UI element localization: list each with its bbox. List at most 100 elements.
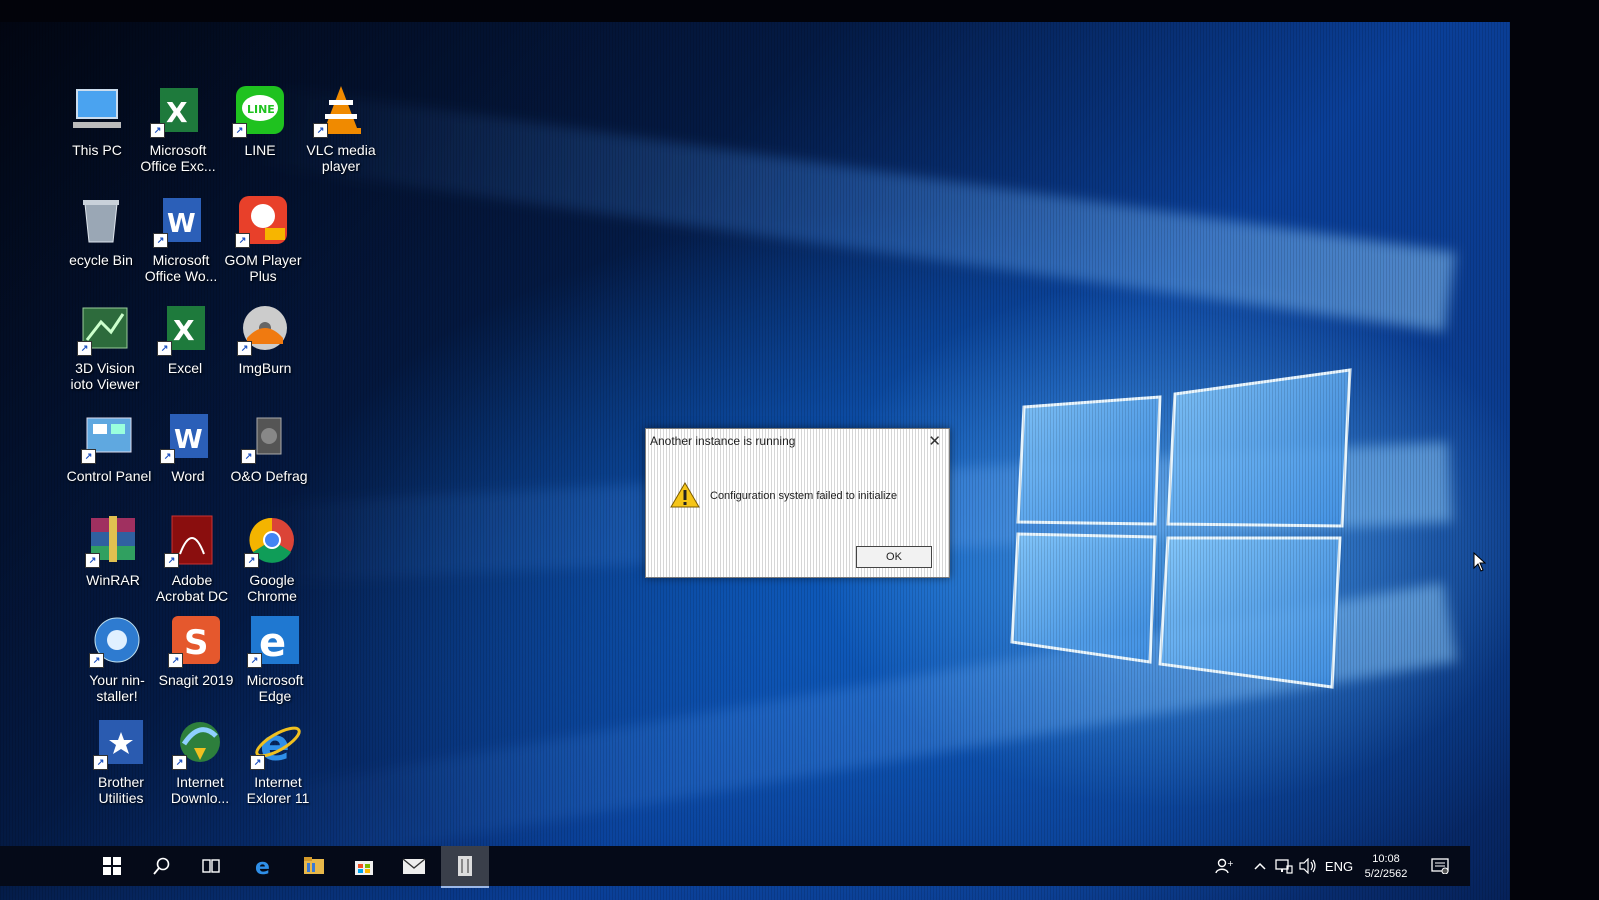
desktop-shortcut-label: Adobe Acrobat DC (155, 572, 229, 604)
excel-icon: X ↗ (157, 300, 213, 356)
defrag-icon: ↗ (241, 408, 297, 464)
control-panel-icon: ↗ (81, 408, 137, 464)
close-icon[interactable]: ✕ (928, 432, 941, 450)
open-app-icon[interactable] (441, 846, 489, 888)
shortcut-arrow-icon: ↗ (237, 341, 252, 356)
gom-player-icon: ↗ (235, 192, 291, 248)
ok-button[interactable]: OK (856, 546, 932, 568)
3d-vision-icon: ↗ (77, 300, 133, 356)
error-dialog: Another instance is running ✕ Configurat… (645, 428, 950, 578)
desktop-shortcut-label: ImgBurn (238, 360, 292, 376)
desktop-shortcut[interactable]: ecycle Bin (58, 192, 144, 268)
uninstaller-icon: ↗ (89, 612, 145, 668)
mail-icon[interactable] (390, 846, 438, 886)
clock-time: 10:08 (1372, 853, 1400, 865)
start-icon[interactable] (88, 846, 136, 886)
desktop-shortcut[interactable]: e ↗ Microsoft Edge (232, 612, 318, 704)
desktop-shortcut[interactable]: W ↗ Microsoft Office Wo... (138, 192, 224, 284)
desktop-shortcut[interactable]: W ↗ Word (145, 408, 231, 484)
desktop-shortcut[interactable]: ↗ ImgBurn (222, 300, 308, 376)
dialog-title: Another instance is running (650, 434, 796, 448)
desktop-shortcut[interactable]: ↗ Brother Utilities (78, 714, 164, 806)
desktop-shortcut[interactable]: LINE ↗ LINE (217, 82, 303, 158)
svg-text:W: W (174, 425, 203, 455)
svg-text:W: W (167, 209, 196, 239)
desktop-shortcut[interactable]: ↗ O&O Defrag (226, 408, 312, 484)
svg-text:+: + (1227, 859, 1233, 868)
desktop-shortcut-label: Excel (167, 360, 203, 376)
desktop-shortcut[interactable]: ↗ Control Panel (66, 408, 152, 484)
svg-text:X: X (173, 314, 195, 347)
volume-icon[interactable] (1297, 846, 1319, 886)
desktop-shortcut-label: Microsoft Edge (246, 672, 304, 704)
desktop-shortcut-label: Your nin-staller! (89, 672, 145, 704)
desktop-shortcut[interactable]: ↗ WinRAR (70, 512, 156, 588)
desktop-shortcut-label: Microsoft Office Exc... (140, 142, 216, 174)
desktop-shortcut[interactable]: ↗ Internet Downlo... (157, 714, 243, 806)
winrar-icon: ↗ (85, 512, 141, 568)
line-app-icon: LINE ↗ (232, 82, 288, 138)
search-icon[interactable] (138, 846, 186, 886)
clock[interactable]: 10:08 5/2/2562 (1360, 852, 1412, 882)
desktop-shortcut-label: WinRAR (86, 572, 140, 588)
shortcut-arrow-icon: ↗ (247, 653, 262, 668)
desktop-shortcut[interactable]: X ↗ Excel (142, 300, 228, 376)
shortcut-arrow-icon: ↗ (160, 449, 175, 464)
imgburn-icon: ↗ (237, 300, 293, 356)
mouse-cursor-icon (1473, 552, 1487, 572)
desktop-shortcut[interactable]: ↗ Google Chrome (229, 512, 315, 604)
svg-text:e: e (259, 620, 286, 666)
people-icon[interactable]: + (1212, 846, 1236, 886)
shortcut-arrow-icon: ↗ (235, 233, 250, 248)
language-indicator[interactable]: ENG (1322, 846, 1356, 886)
edge-icon[interactable]: e (240, 846, 288, 886)
desktop-shortcut[interactable]: ↗ VLC media player (298, 82, 384, 174)
taskbar: e + ENG 10:08 5/2/2562 (0, 846, 1470, 888)
desktop-shortcut[interactable]: S ↗ Snagit 2019 (153, 612, 239, 688)
desktop-shortcut-label: LINE (244, 142, 276, 158)
svg-text:LINE: LINE (247, 103, 275, 116)
shortcut-arrow-icon: ↗ (93, 755, 108, 770)
windows-logo-wallpaper (1010, 368, 1352, 689)
ie-icon: e ↗ (250, 714, 306, 771)
desktop-shortcut[interactable]: e ↗ Internet Exlorer 11 (235, 714, 321, 806)
svg-text:e: e (255, 855, 270, 877)
desktop-shortcut-label: Control Panel (66, 468, 152, 484)
chrome-icon: ↗ (244, 512, 300, 568)
shortcut-arrow-icon: ↗ (241, 449, 256, 464)
shortcut-arrow-icon: ↗ (164, 553, 179, 568)
action-center-icon[interactable] (1426, 846, 1454, 886)
wallpaper-beam (256, 85, 1456, 332)
desktop-shortcut-label: Google Chrome (247, 572, 297, 604)
desktop-shortcut-label: GOM Player Plus (224, 252, 302, 284)
desktop-shortcut-label: Brother Utilities (98, 774, 144, 806)
chevron-up-icon[interactable] (1250, 846, 1270, 886)
desktop-shortcut[interactable]: ↗ GOM Player Plus (220, 192, 306, 284)
desktop-shortcut[interactable]: ↗ 3D Vision ioto Viewer (62, 300, 148, 392)
shortcut-arrow-icon: ↗ (89, 653, 104, 668)
this-pc-icon (69, 82, 125, 138)
network-icon[interactable] (1273, 846, 1295, 886)
desktop-shortcut-label: Word (171, 468, 205, 484)
desktop-shortcut[interactable]: X ↗ Microsoft Office Exc... (135, 82, 221, 174)
desktop-shortcut-label: Internet Exlorer 11 (246, 774, 310, 806)
edge-icon: e ↗ (247, 612, 303, 668)
desktop-shortcut-label: Internet Downlo... (170, 774, 230, 806)
shortcut-arrow-icon: ↗ (244, 553, 259, 568)
file-explorer-icon[interactable] (290, 846, 338, 886)
svg-text:S: S (184, 623, 209, 663)
task-view-icon[interactable] (187, 846, 235, 886)
vlc-cone-icon: ↗ (313, 82, 369, 138)
desktop-shortcut[interactable]: ↗ Your nin-staller! (74, 612, 160, 704)
shortcut-arrow-icon: ↗ (153, 233, 168, 248)
desktop-shortcut[interactable]: This PC (54, 82, 140, 158)
excel-icon: X ↗ (150, 82, 206, 138)
shortcut-arrow-icon: ↗ (232, 123, 247, 138)
store-icon[interactable] (340, 846, 388, 886)
dialog-message: Configuration system failed to initializ… (710, 490, 898, 502)
shortcut-arrow-icon: ↗ (77, 341, 92, 356)
desktop-shortcut-label: O&O Defrag (230, 468, 308, 484)
desktop-shortcut-label: This PC (72, 142, 122, 158)
shortcut-arrow-icon: ↗ (313, 123, 328, 138)
desktop-shortcut[interactable]: ↗ Adobe Acrobat DC (149, 512, 235, 604)
